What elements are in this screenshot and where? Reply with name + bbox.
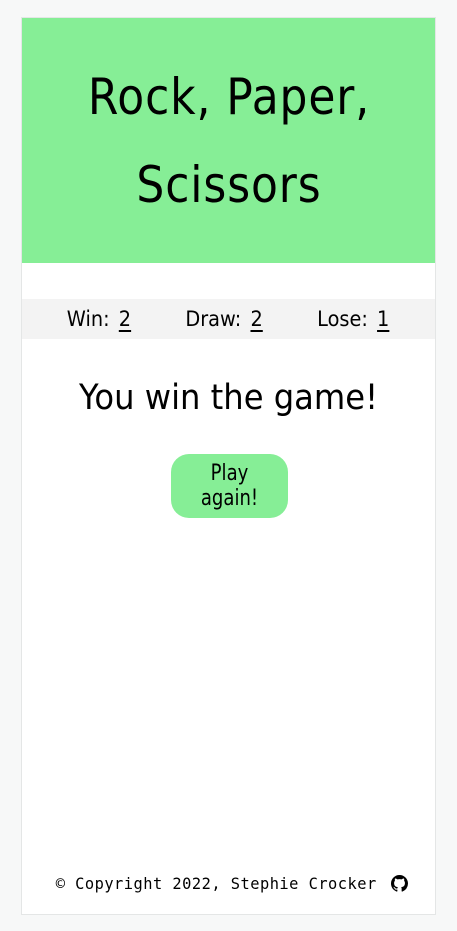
lose-value: 1	[377, 307, 390, 331]
scoreboard: Win: 2 Draw: 2 Lose: 1	[22, 299, 435, 339]
copyright-text: © Copyright 2022, Stephie Crocker	[55, 874, 377, 893]
header: Rock, Paper, Scissors	[22, 18, 435, 263]
page-title: Rock, Paper, Scissors	[87, 67, 370, 214]
play-again-label: Play again!	[200, 461, 259, 511]
lose-score: Lose: 1	[317, 307, 389, 331]
footer: © Copyright 2022, Stephie Crocker	[22, 874, 435, 893]
github-icon[interactable]	[391, 875, 409, 892]
draw-label: Draw:	[185, 307, 242, 331]
play-again-button[interactable]: Play again!	[171, 454, 288, 518]
win-value: 2	[119, 307, 132, 331]
win-label: Win:	[67, 307, 110, 331]
result-message: You win the game!	[78, 378, 378, 418]
app-card: Rock, Paper, Scissors Win: 2 Draw: 2 Los…	[21, 17, 436, 915]
draw-value: 2	[250, 307, 263, 331]
lose-label: Lose:	[317, 307, 369, 331]
win-score: Win: 2	[67, 307, 131, 331]
draw-score: Draw: 2	[185, 307, 262, 331]
